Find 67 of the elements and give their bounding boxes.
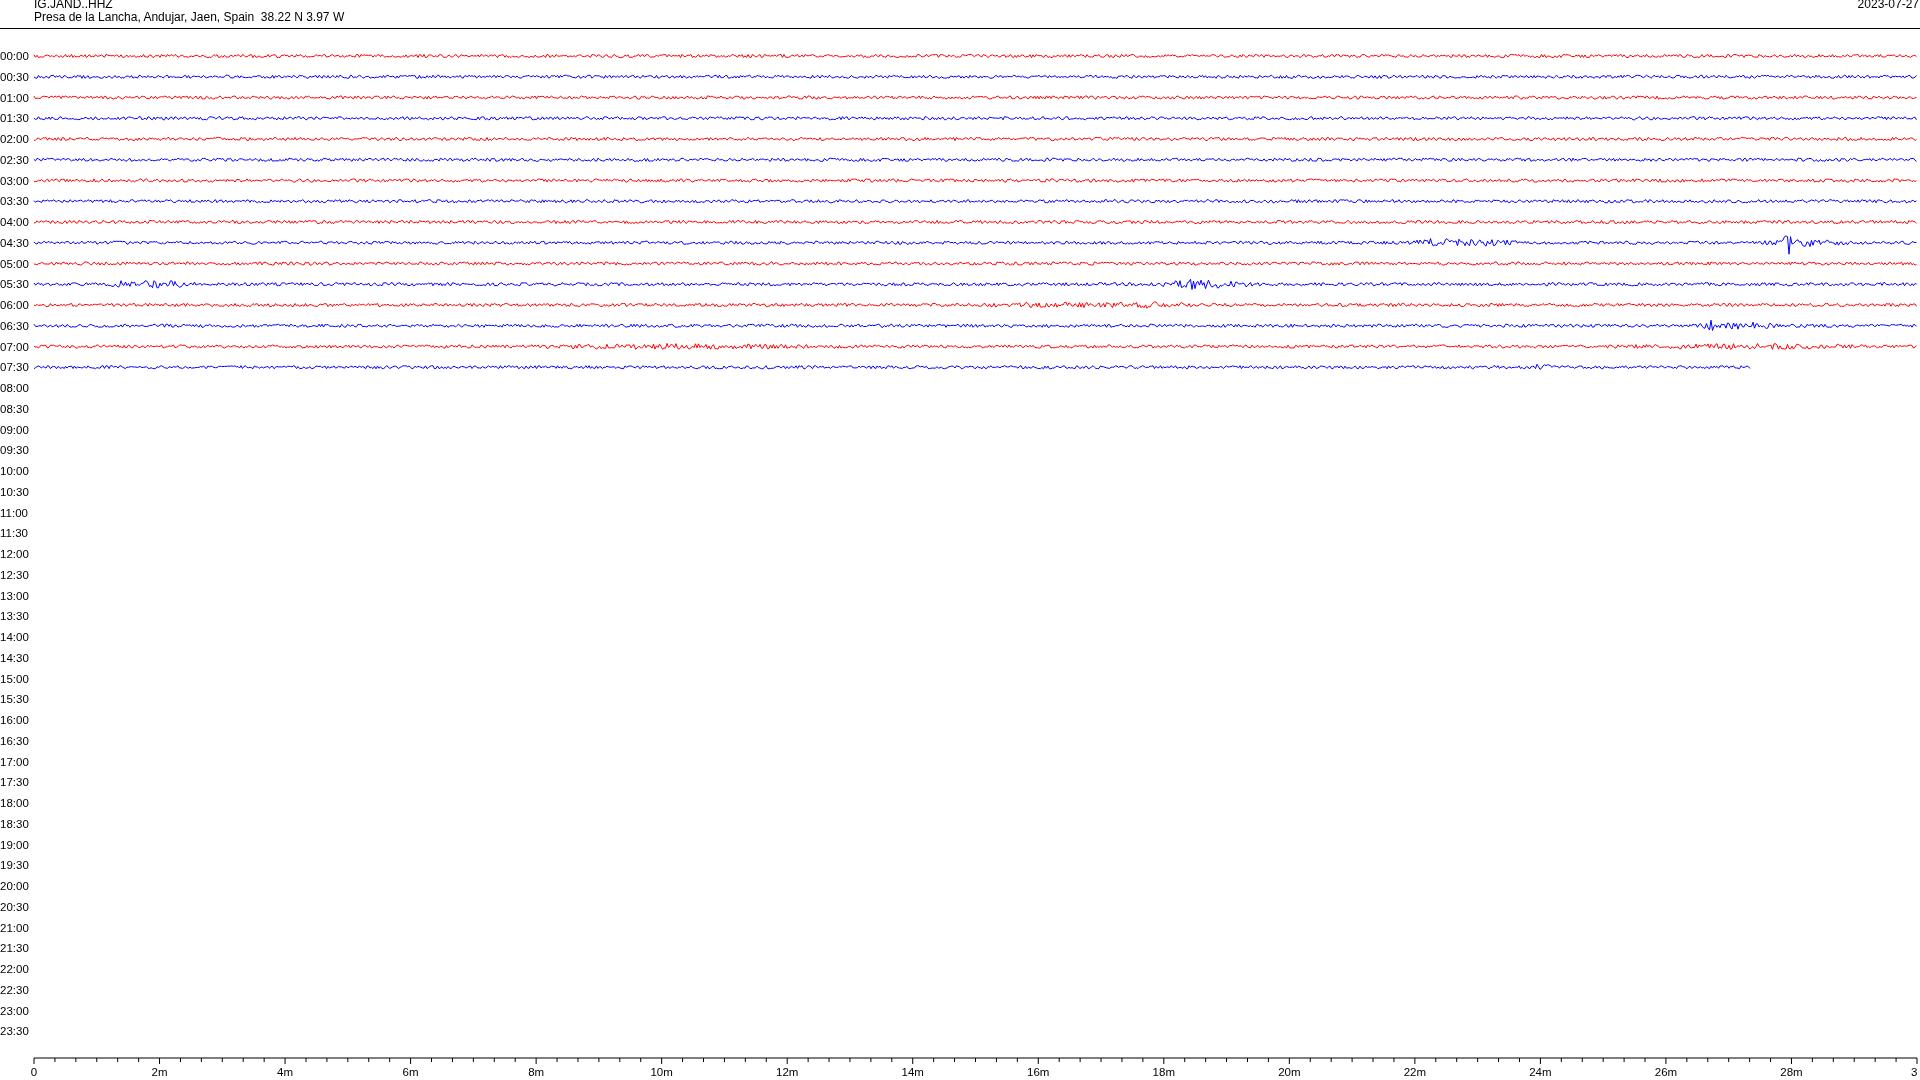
axis-tick-label: 12m — [776, 1066, 799, 1077]
axis-tick-label: 22m — [1403, 1066, 1427, 1077]
time-label: 18:30 — [0, 817, 29, 830]
axis-tick-label: 18m — [1152, 1066, 1175, 1077]
time-label: 21:30 — [0, 942, 29, 955]
station-location: Presa de la Lancha, Andujar, Jaen, Spain 38.22 N 3.97 W — [34, 11, 345, 24]
time-label: 22:00 — [0, 963, 29, 975]
time-label: 04:00 — [0, 216, 29, 228]
time-label: 11:30 — [0, 527, 28, 540]
axis-tick-label: 14m — [901, 1066, 924, 1077]
time-label: 01:00 — [0, 91, 29, 104]
axis-tick-label: 4m — [277, 1066, 294, 1077]
time-label: 09:30 — [0, 444, 29, 457]
time-label: 22:30 — [0, 983, 29, 996]
time-label: 18:00 — [0, 797, 29, 809]
time-label: 13:00 — [0, 589, 29, 602]
time-label: 01:30 — [0, 112, 29, 125]
time-label: 07:00 — [0, 340, 29, 353]
time-label: 03:00 — [0, 174, 29, 187]
time-label: 06:00 — [0, 299, 29, 311]
time-label: 10:00 — [0, 465, 29, 477]
time-label: 17:30 — [0, 776, 29, 789]
axis-tick-label: 6m — [402, 1066, 419, 1077]
time-label: 09:00 — [0, 423, 29, 436]
time-label: 05:00 — [0, 257, 29, 270]
axis-tick-label: 0 — [30, 1066, 38, 1077]
time-label: 16:30 — [0, 734, 29, 747]
time-label: 15:00 — [0, 672, 29, 685]
time-label: 02:00 — [0, 133, 29, 145]
time-label: 14:30 — [0, 651, 29, 664]
time-label: 00:00 — [0, 50, 29, 62]
axis-tick-label: 24m — [1529, 1066, 1552, 1077]
time-label: 19:00 — [0, 838, 29, 851]
time-label: 05:30 — [0, 278, 29, 291]
time-label: 23:00 — [0, 1004, 29, 1017]
time-label: 13:30 — [0, 610, 29, 623]
time-label: 12:00 — [0, 548, 29, 560]
time-label: 03:30 — [0, 195, 29, 208]
time-label: 21:00 — [0, 921, 29, 934]
axis-tick-label: 16m — [1027, 1066, 1050, 1077]
station-code: IG.JAND..HHZ — [34, 0, 114, 11]
time-label: 06:30 — [0, 319, 29, 332]
axis-tick-label: 3 — [1911, 1066, 1918, 1077]
time-label: 10:30 — [0, 485, 29, 498]
time-label: 14:00 — [0, 631, 29, 643]
date-label: 2023-07-27 — [1857, 0, 1920, 13]
time-label: 04:30 — [0, 236, 29, 249]
time-label: 19:30 — [0, 859, 29, 872]
time-label: 23:30 — [0, 1025, 29, 1038]
time-label: 17:00 — [0, 755, 29, 768]
time-label: 11:00 — [0, 506, 28, 519]
axis-tick-label: 20m — [1278, 1066, 1301, 1077]
time-label: 08:00 — [0, 382, 29, 394]
time-label: 07:30 — [0, 361, 29, 374]
time-label: 16:00 — [0, 714, 29, 726]
time-label: 20:00 — [0, 880, 29, 892]
axis-tick-label: 28m — [1780, 1066, 1803, 1077]
time-label: 20:30 — [0, 900, 29, 913]
time-label: 00:30 — [0, 70, 29, 83]
axis-tick-label: 8m — [528, 1066, 545, 1077]
axis-tick-label: 2m — [151, 1066, 168, 1077]
time-label: 02:30 — [0, 153, 29, 166]
time-label: 08:30 — [0, 402, 29, 415]
time-label: 15:30 — [0, 693, 29, 706]
time-label: 12:30 — [0, 568, 29, 581]
axis-tick-label: 10m — [650, 1066, 673, 1077]
axis-tick-label: 26m — [1654, 1066, 1678, 1077]
